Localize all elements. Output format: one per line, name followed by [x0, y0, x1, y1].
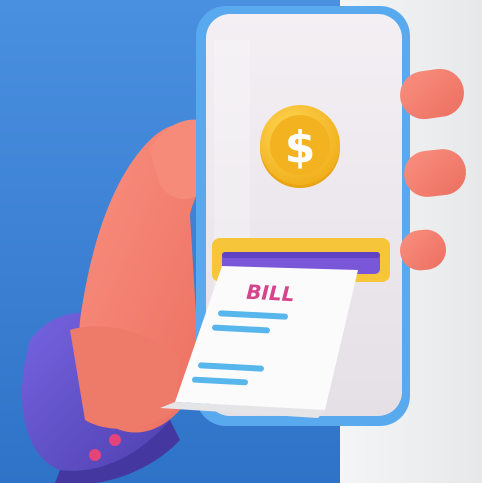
coin-symbol: $ — [285, 122, 316, 173]
dollar-coin-icon: $ — [260, 105, 340, 188]
cuff-button-1 — [89, 449, 101, 461]
illustration-stage: $ BILL — [0, 0, 482, 483]
payment-illustration: $ BILL — [0, 0, 482, 483]
cuff-button-2 — [109, 434, 121, 446]
receipt-title: BILL — [246, 280, 295, 306]
